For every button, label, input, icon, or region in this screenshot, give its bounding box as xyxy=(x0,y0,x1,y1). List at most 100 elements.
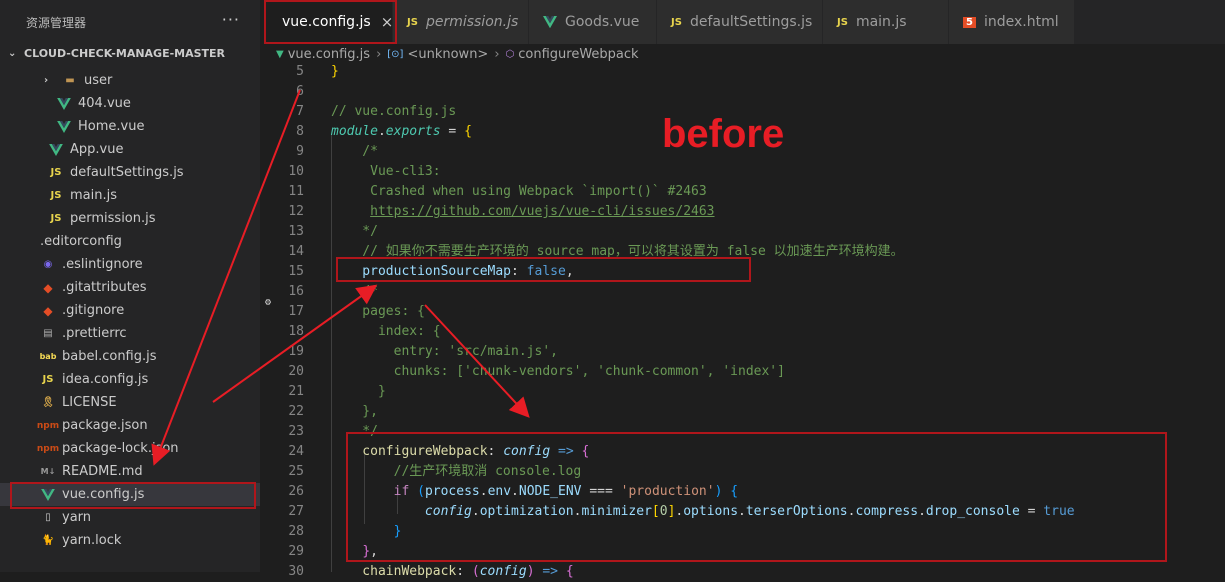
line-number: 26 xyxy=(288,484,304,499)
explorer-title-label: 资源管理器 xyxy=(26,15,87,30)
code-token: /* xyxy=(331,144,378,159)
html5-icon: 5 xyxy=(963,16,976,28)
code-token: chunks: ['chunk-vendors', 'chunk-common'… xyxy=(331,364,785,379)
code-text: /* xyxy=(331,142,378,162)
prettier-icon: ▤ xyxy=(43,328,53,339)
file-tree-item-label: babel.config.js xyxy=(62,349,157,364)
line-number: 12 xyxy=(288,204,304,219)
code-text: } xyxy=(331,382,386,402)
yarn-icon: 🐈 xyxy=(41,535,55,546)
file-tree-item[interactable]: npm package-lock.json xyxy=(0,437,260,460)
editor-tab[interactable]: JS permission.js xyxy=(393,0,529,44)
file-tree-item[interactable]: ◆ .gitattributes xyxy=(0,276,260,299)
editor-tab-label: main.js xyxy=(855,14,907,30)
js-icon: JS xyxy=(50,190,62,201)
file-tree-item-label: .gitattributes xyxy=(62,280,147,295)
editor-tab[interactable]: JS main.js xyxy=(823,0,949,44)
vue-config-icon: ▼ xyxy=(276,48,284,60)
file-tree-item[interactable]: Home.vue xyxy=(0,115,260,138)
breadcrumb-symbol-unknown[interactable]: <unknown> xyxy=(407,47,488,62)
git-icon: ◆ xyxy=(43,303,53,318)
file-tree-item-label: App.vue xyxy=(70,142,124,157)
line-number: 10 xyxy=(288,164,304,179)
file-tree-item-label: package.json xyxy=(62,418,148,433)
chevron-right-icon: › xyxy=(43,75,49,86)
editor-tab[interactable]: Goods.vue xyxy=(529,0,657,44)
line-number: 14 xyxy=(288,244,304,259)
line-number: 30 xyxy=(288,564,304,579)
file-tree-item[interactable]: 404.vue xyxy=(0,92,260,115)
code-token: /* xyxy=(331,284,378,299)
editor-tab-label: permission.js xyxy=(425,14,519,30)
npm-icon: npm xyxy=(36,443,60,454)
line-number: 9 xyxy=(296,144,304,159)
file-tree-item[interactable]: npm package.json xyxy=(0,414,260,437)
code-text: chainWebpack: (config) => { xyxy=(331,562,573,582)
license-icon: 🎗 xyxy=(41,397,55,408)
file-tree-item[interactable]: M↓ README.md xyxy=(0,460,260,483)
file-tree-item[interactable]: 🐈 yarn.lock xyxy=(0,529,260,552)
code-token: index: { xyxy=(331,324,441,339)
file-tree-item-label: .eslintignore xyxy=(62,257,143,272)
file-tree-item-label: .editorconfig xyxy=(40,234,122,249)
line-number: 6 xyxy=(296,84,304,99)
file-tree-item[interactable]: bab babel.config.js xyxy=(0,345,260,368)
npm-icon: npm xyxy=(36,420,60,431)
code-token: entry: 'src/main.js', xyxy=(331,344,558,359)
file-tree-item-label: idea.config.js xyxy=(62,372,149,387)
code-token: }, xyxy=(331,404,378,419)
breadcrumb-symbol-configurewebpack[interactable]: configureWebpack xyxy=(518,47,638,62)
file-tree-item-label: permission.js xyxy=(70,211,156,226)
file-tree-item[interactable]: ▯ yarn xyxy=(0,506,260,529)
code-token: https://github.com/vuejs/vue-cli/issues/… xyxy=(370,204,715,219)
editor-tab[interactable]: 5 index.html xyxy=(949,0,1075,44)
file-tree-item-label: LICENSE xyxy=(62,395,117,410)
file-tree-item[interactable]: 🎗 LICENSE xyxy=(0,391,260,414)
editor-tab[interactable]: JS defaultSettings.js xyxy=(657,0,823,44)
editor-tab-label: defaultSettings.js xyxy=(689,14,813,30)
file-tree-item[interactable]: JS permission.js xyxy=(0,207,260,230)
file-tree-item[interactable]: App.vue xyxy=(0,138,260,161)
code-text: /* xyxy=(331,282,378,302)
code-text: Crashed when using Webpack `import()` #2… xyxy=(331,182,707,202)
code-text: index: { xyxy=(331,322,441,342)
file-tree-item[interactable]: JS main.js xyxy=(0,184,260,207)
file-tree: › ▬ user 404.vue Home.vue App.vue JS defaultSet… xyxy=(0,69,271,552)
code-token: { xyxy=(464,124,472,139)
file-tree-item[interactable]: ⚙ .editorconfig xyxy=(0,230,271,308)
line-number: 13 xyxy=(288,224,304,239)
line-number: 16 xyxy=(288,284,304,299)
js-icon: JS xyxy=(50,167,62,178)
project-folder-header[interactable]: ⌄ CLOUD-CHECK-MANAGE-MASTER xyxy=(0,44,260,62)
file-tree-item[interactable]: › ▬ user xyxy=(0,69,260,92)
editor-tab-label: Goods.vue xyxy=(565,14,640,30)
line-number: 21 xyxy=(288,384,304,399)
annotation-box-configurewebpack xyxy=(346,432,1167,562)
vue-icon xyxy=(48,142,64,158)
line-number: 28 xyxy=(288,524,304,539)
file-tree-item[interactable]: JS idea.config.js xyxy=(0,368,260,391)
module-symbol-icon: [⊙] xyxy=(387,48,404,60)
line-number: 7 xyxy=(296,104,304,119)
js-icon: JS xyxy=(407,16,418,28)
file-tree-item-label: main.js xyxy=(70,188,117,203)
file-tree-item-label: package-lock.json xyxy=(62,441,179,456)
file-tree-item[interactable]: JS defaultSettings.js xyxy=(0,161,260,184)
annotation-box-file xyxy=(10,482,256,509)
file-tree-item-label: user xyxy=(84,73,113,88)
editor-tab-bar: vue.config.js × JS permission.js Goods.vue JS… xyxy=(260,0,1225,44)
more-actions-icon[interactable]: ··· xyxy=(222,10,240,29)
file-tree-item[interactable]: ▤ .prettierrc xyxy=(0,322,260,345)
breadcrumb: ▼ vue.config.js › [⊙] <unknown> › ⬡ conf… xyxy=(260,44,1225,64)
line-number: 23 xyxy=(288,424,304,439)
breadcrumb-separator-icon: › xyxy=(494,46,500,62)
file-tree-item-label: README.md xyxy=(62,464,143,479)
line-number: 17 xyxy=(288,304,304,319)
code-text: chunks: ['chunk-vendors', 'chunk-common'… xyxy=(331,362,785,382)
code-text: Vue-cli3: xyxy=(331,162,440,182)
project-name: CLOUD-CHECK-MANAGE-MASTER xyxy=(24,46,226,60)
breadcrumb-file[interactable]: vue.config.js xyxy=(288,47,370,62)
file-tree-item[interactable]: ◆ .gitignore xyxy=(0,299,260,322)
file-tree-item[interactable]: ◉ .eslintignore xyxy=(0,253,260,276)
